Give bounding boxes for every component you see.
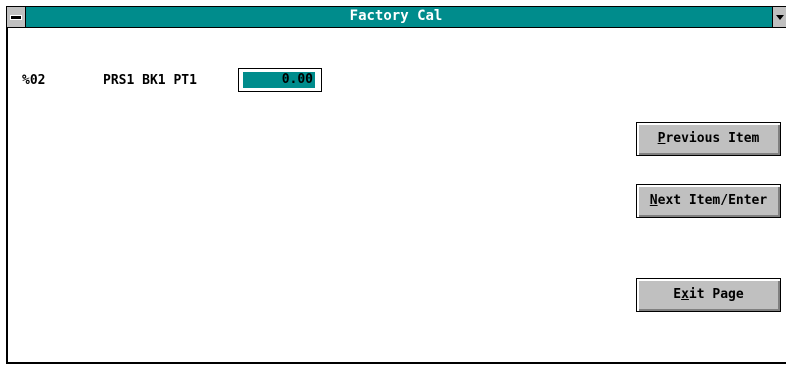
exit-page-mnemonic: x (681, 287, 689, 302)
window-border-bottom (6, 362, 786, 364)
system-menu-icon[interactable] (6, 6, 26, 28)
value-input-text: 0.00 (243, 72, 315, 88)
factory-cal-window: Factory Cal %02 PRS1 BK1 PT1 0.00 Previo… (0, 0, 786, 368)
previous-item-button[interactable]: Previous Item (636, 122, 781, 156)
value-input[interactable]: 0.00 (238, 68, 322, 92)
next-item-label: ext Item/Enter (657, 193, 768, 208)
item-code-label: %02 (22, 73, 46, 88)
previous-item-label: revious Item (665, 131, 760, 146)
exit-page-label-pre: E (673, 287, 682, 302)
next-item-mnemonic: N (649, 193, 658, 208)
exit-page-label: it Page (688, 287, 744, 302)
chevron-down-icon[interactable] (772, 6, 786, 28)
window-border-left (6, 28, 8, 364)
window-title: Factory Cal (349, 8, 443, 24)
exit-page-button[interactable]: Exit Page (636, 278, 781, 312)
next-item-enter-button[interactable]: Next Item/Enter (636, 184, 781, 218)
item-name-label: PRS1 BK1 PT1 (103, 73, 197, 88)
